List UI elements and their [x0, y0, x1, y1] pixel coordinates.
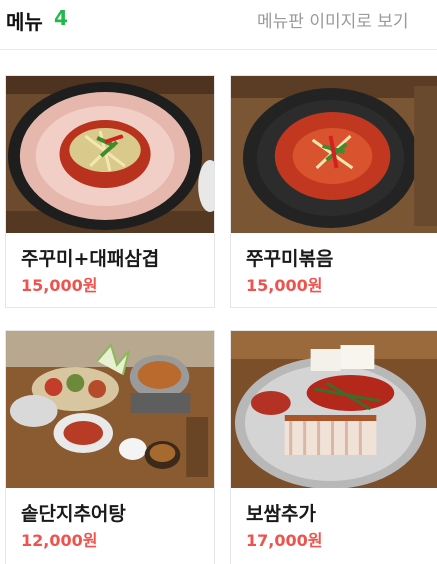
menu-item-price: 15,000원: [21, 276, 98, 295]
view-menu-image-link[interactable]: 메뉴판 이미지로 보기: [257, 7, 437, 32]
menu-item-name: 주꾸미+대패삼겹: [21, 248, 160, 270]
menu-card-bossam-extra[interactable]: 보쌈추가 17,000원: [230, 330, 437, 564]
menu-title: 메뉴: [6, 10, 43, 34]
menu-photo-jjukkumi-bokkeum: [231, 76, 437, 233]
menu-photo-bossam-extra: [231, 331, 437, 488]
menu-photo-sotdanji-chueotang: [6, 331, 214, 488]
menu-item-price: 15,000원: [246, 276, 323, 295]
menu-item-name: 보쌈추가: [246, 503, 316, 525]
menu-item-price: 12,000원: [21, 531, 98, 550]
menu-photo-jukkumi-daepae: [6, 76, 214, 233]
menu-item-name: 쭈꾸미볶음: [246, 248, 334, 270]
menu-card-sotdanji-chueotang[interactable]: 솥단지추어탕 12,000원: [5, 330, 215, 564]
menu-header: 메뉴 4 메뉴판 이미지로 보기: [0, 0, 437, 50]
menu-count: 4: [54, 6, 68, 30]
menu-card-jjukkumi-bokkeum[interactable]: 쭈꾸미볶음 15,000원: [230, 75, 437, 308]
menu-item-price: 17,000원: [246, 531, 323, 550]
menu-item-name: 솥단지추어탕: [21, 503, 126, 525]
menu-card-jukkumi-daepae[interactable]: 주꾸미+대패삼겹 15,000원: [5, 75, 215, 308]
